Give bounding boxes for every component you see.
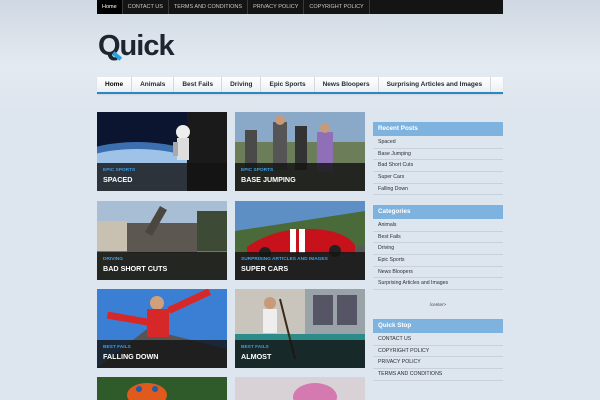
top-nav-contact-us[interactable]: CONTACT US — [123, 0, 169, 14]
categories-list: Animals Best Fails Driving Epic Sports N… — [373, 220, 503, 291]
recent-post-link[interactable]: Falling Down — [373, 184, 503, 196]
post-category[interactable]: SURPRISING ARTICLES AND IMAGES — [241, 256, 359, 263]
main-navigation: Home Animals Best Fails Driving Epic Spo… — [97, 77, 503, 94]
post-title[interactable]: ALMOST — [241, 351, 359, 362]
recent-post-link[interactable]: Spaced — [373, 137, 503, 149]
nav-home[interactable]: Home — [97, 77, 133, 92]
quick-stop-link[interactable]: COPYRIGHT POLICY — [373, 346, 503, 358]
post-card-partial[interactable] — [235, 377, 365, 400]
post-caption: DRIVING BAD SHORT CUTS — [97, 252, 227, 280]
post-title[interactable]: SPACED — [103, 174, 221, 185]
quick-stop-link[interactable]: PRIVACY POLICY — [373, 357, 503, 370]
recent-post-link[interactable]: Super Cars — [373, 172, 503, 184]
nav-news-bloopers[interactable]: News Bloopers — [315, 77, 379, 92]
top-nav-privacy[interactable]: PRIVACY POLICY — [248, 0, 305, 14]
recent-posts-list: Spaced Base Jumping Bad Short Cuts Super… — [373, 137, 503, 196]
post-category[interactable]: BEST FAILS — [103, 344, 221, 351]
category-link[interactable]: Animals — [373, 220, 503, 232]
center-note: /center> — [429, 302, 447, 307]
post-card-partial[interactable] — [97, 377, 227, 400]
post-caption: BEST FAILS FALLING DOWN — [97, 340, 227, 368]
nav-driving[interactable]: Driving — [222, 77, 262, 92]
nav-surprising[interactable]: Surprising Articles and Images — [379, 77, 492, 92]
category-link[interactable]: Surprising Articles and Images — [373, 278, 503, 291]
top-navigation: Home CONTACT US TERMS AND CONDITIONS PRI… — [97, 0, 503, 14]
widget-title-quick-stop: Quick Stop — [373, 319, 503, 333]
post-category[interactable]: DRIVING — [103, 256, 221, 263]
category-link[interactable]: News Bloopers — [373, 267, 503, 279]
category-link[interactable]: Best Fails — [373, 232, 503, 244]
top-nav-terms[interactable]: TERMS AND CONDITIONS — [169, 0, 249, 14]
post-card-spaced[interactable]: EPIC SPORTS SPACED — [97, 112, 227, 191]
logo-text: Quick — [98, 30, 175, 62]
post-title[interactable]: FALLING DOWN — [103, 351, 221, 362]
post-card-super-cars[interactable]: SURPRISING ARTICLES AND IMAGES SUPER CAR… — [235, 201, 365, 280]
site-logo[interactable]: Quick — [98, 30, 175, 63]
post-title[interactable]: SUPER CARS — [241, 263, 359, 274]
nav-epic-sports[interactable]: Epic Sports — [261, 77, 315, 92]
top-nav-home[interactable]: Home — [97, 0, 123, 14]
post-title[interactable]: BASE JUMPING — [241, 174, 359, 185]
post-category[interactable]: BEST FAILS — [241, 344, 359, 351]
post-card-base-jumping[interactable]: EPIC SPORTS BASE JUMPING — [235, 112, 365, 191]
nav-animals[interactable]: Animals — [132, 77, 175, 92]
post-card-bad-short-cuts[interactable]: DRIVING BAD SHORT CUTS — [97, 201, 227, 280]
post-category[interactable]: EPIC SPORTS — [241, 167, 359, 174]
post-thumbnail — [97, 377, 227, 400]
category-link[interactable]: Driving — [373, 243, 503, 256]
widget-title-categories: Categories — [373, 205, 503, 219]
quick-stop-link[interactable]: CONTACT US — [373, 334, 503, 346]
post-caption: SURPRISING ARTICLES AND IMAGES SUPER CAR… — [235, 252, 365, 280]
post-caption: EPIC SPORTS BASE JUMPING — [235, 163, 365, 191]
post-category[interactable]: EPIC SPORTS — [103, 167, 221, 174]
post-card-almost[interactable]: BEST FAILS ALMOST — [235, 289, 365, 368]
post-caption: BEST FAILS ALMOST — [235, 340, 365, 368]
nav-best-fails[interactable]: Best Fails — [174, 77, 223, 92]
widget-title-recent-posts: Recent Posts — [373, 122, 503, 136]
recent-post-link[interactable]: Base Jumping — [373, 149, 503, 161]
category-link[interactable]: Epic Sports — [373, 255, 503, 267]
quick-stop-link[interactable]: TERMS AND CONDITIONS — [373, 369, 503, 381]
top-nav-copyright[interactable]: COPYRIGHT POLICY — [304, 0, 370, 14]
post-title[interactable]: BAD SHORT CUTS — [103, 263, 221, 274]
recent-post-link[interactable]: Bad Short Cuts — [373, 160, 503, 173]
post-caption: EPIC SPORTS SPACED — [97, 163, 227, 191]
post-thumbnail — [235, 377, 365, 400]
quick-stop-list: CONTACT US COPYRIGHT POLICY PRIVACY POLI… — [373, 334, 503, 381]
post-card-falling-down[interactable]: BEST FAILS FALLING DOWN — [97, 289, 227, 368]
